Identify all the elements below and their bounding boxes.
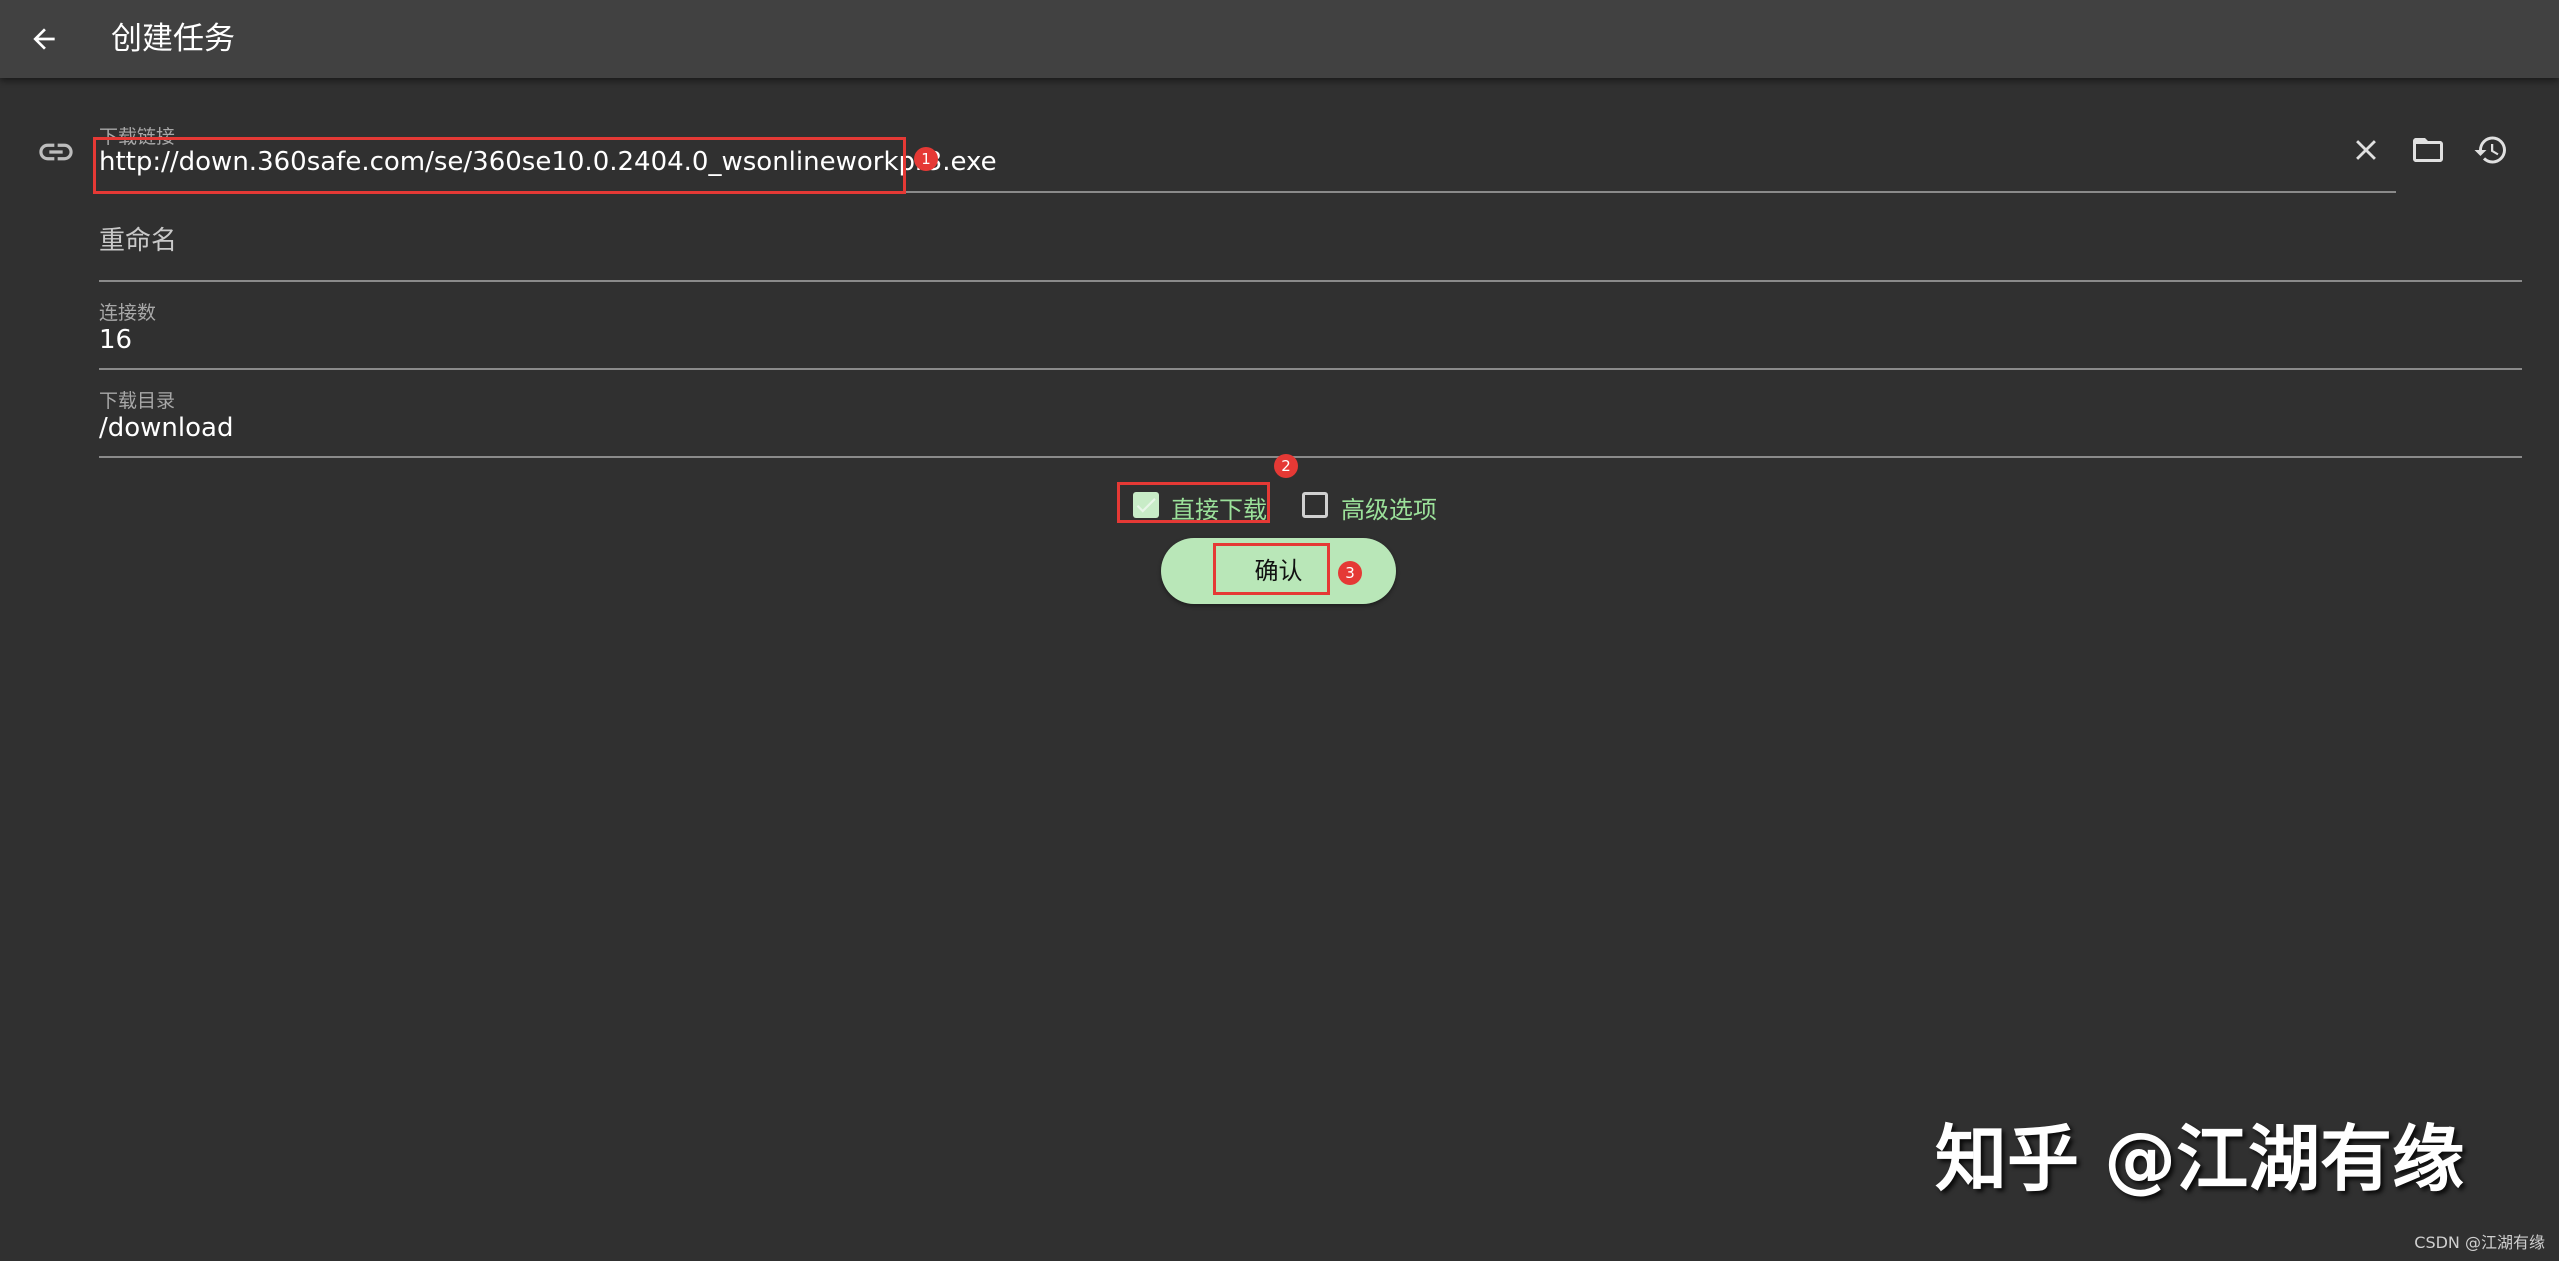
app-window: 创建任务 下载链接 http://down.360safe.com/se/360…: [0, 0, 2559, 1261]
history-button[interactable]: [2469, 128, 2513, 172]
download-dir-input[interactable]: /download: [99, 413, 233, 443]
annotation-box-confirm: [1213, 543, 1330, 595]
rename-input[interactable]: 重命名: [99, 220, 177, 257]
folder-icon: [2413, 138, 2443, 162]
annotation-badge-2: 2: [1274, 454, 1298, 478]
back-button[interactable]: [22, 17, 66, 61]
arrow-left-icon: [33, 28, 55, 50]
clear-icon: [2356, 140, 2376, 160]
app-bar: 创建任务: [0, 0, 2559, 78]
link-icon: [36, 132, 76, 172]
download-dir-label: 下载目录: [99, 390, 176, 412]
rename-field[interactable]: 重命名: [99, 210, 2522, 284]
annotation-badge-1: 1: [914, 147, 938, 171]
page-title: 创建任务: [111, 21, 235, 57]
folder-button[interactable]: [2406, 128, 2450, 172]
connections-input[interactable]: 16: [99, 325, 132, 355]
download-dir-underline: [99, 456, 2522, 458]
zhihu-watermark: 知乎 @江湖有缘: [1935, 1117, 2465, 1201]
connections-field[interactable]: 连接数 16: [99, 298, 2522, 372]
advanced-options-label[interactable]: 高级选项: [1341, 490, 1437, 525]
clear-button[interactable]: [2344, 128, 2388, 172]
annotation-badge-3: 3: [1338, 561, 1362, 585]
history-icon: [2474, 136, 2506, 164]
connections-label: 连接数: [99, 302, 157, 324]
csdn-watermark: CSDN @江湖有缘: [2414, 1233, 2545, 1252]
annotation-box-direct-download: [1117, 482, 1270, 523]
download-dir-field[interactable]: 下载目录 /download: [99, 386, 2522, 460]
advanced-options-checkbox[interactable]: [1302, 492, 1328, 518]
annotation-box-url: [93, 137, 906, 194]
rename-underline: [99, 280, 2522, 282]
connections-underline: [99, 368, 2522, 370]
